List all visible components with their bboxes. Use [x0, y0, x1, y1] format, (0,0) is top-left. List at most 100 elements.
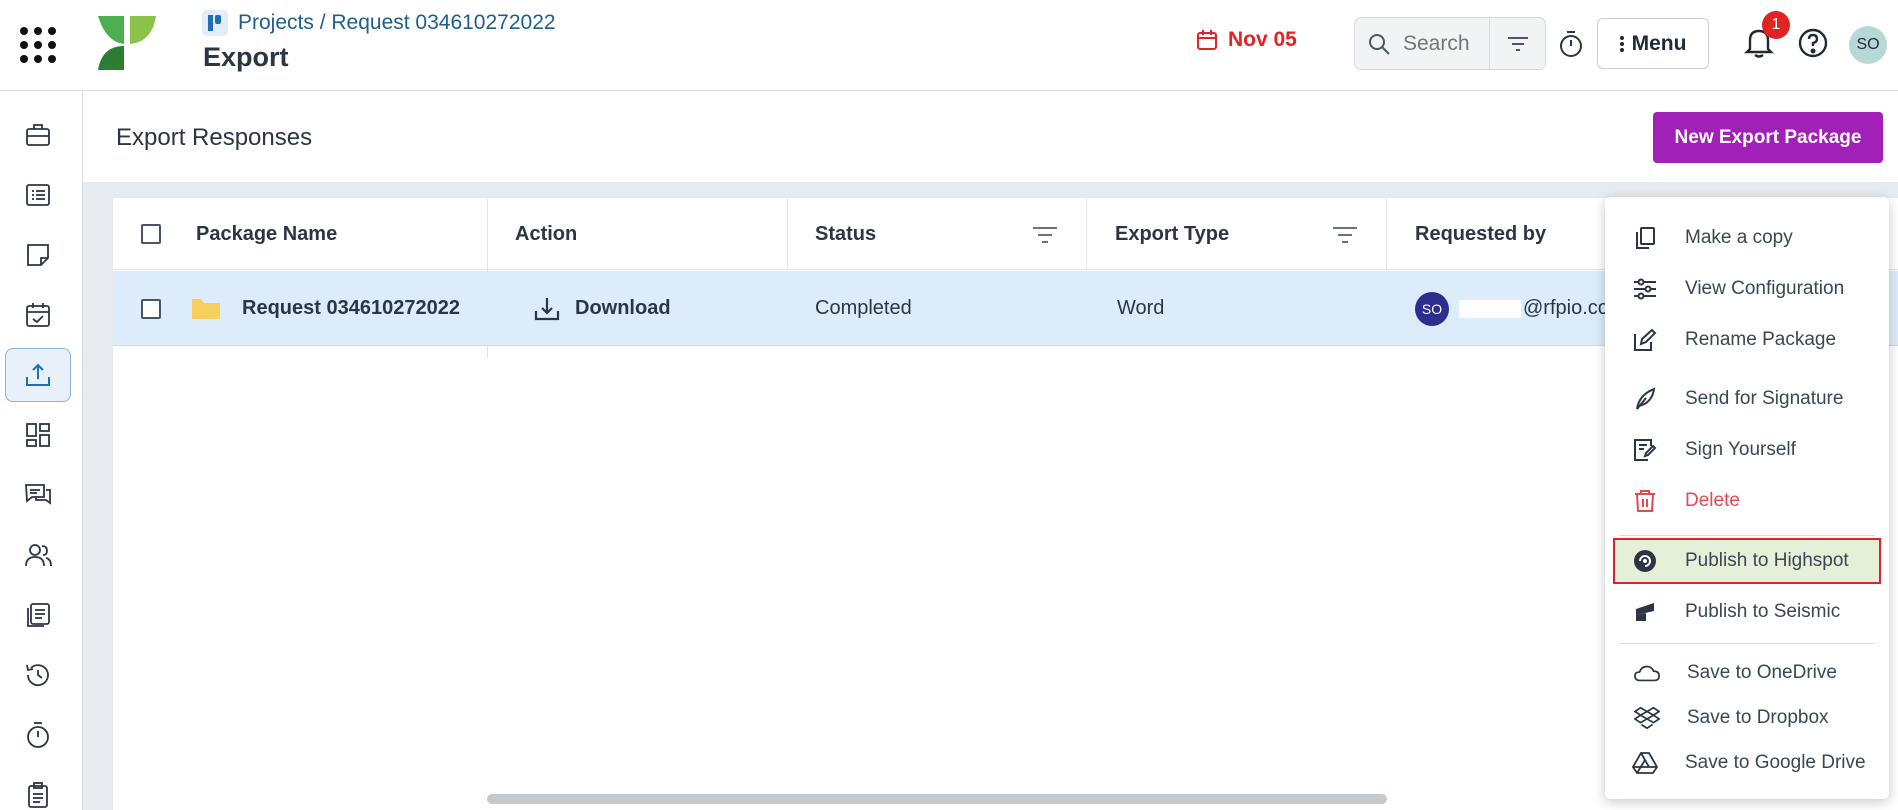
- chat-icon[interactable]: [5, 468, 71, 522]
- menu-item-publish-highspot[interactable]: Publish to Highspot: [1613, 538, 1881, 584]
- menu-item-make-copy[interactable]: Make a copy: [1605, 215, 1889, 261]
- menu-item-label: Rename Package: [1685, 329, 1837, 350]
- filter-button[interactable]: [1489, 18, 1545, 69]
- package-name[interactable]: Request 034610272022: [242, 271, 460, 346]
- horizontal-scrollbar[interactable]: [487, 794, 1387, 804]
- menu-item-label: Publish to Seismic: [1685, 601, 1841, 622]
- menu-item-save-onedrive[interactable]: Save to OneDrive: [1605, 650, 1889, 696]
- rename-icon: [1632, 327, 1658, 353]
- trash-icon: [1632, 488, 1658, 514]
- menu-button-label: Menu: [1631, 31, 1687, 55]
- export-icon[interactable]: [5, 348, 71, 402]
- menu-divider: [1619, 535, 1875, 536]
- seismic-icon: [1632, 599, 1658, 625]
- menu-item-label: Send for Signature: [1685, 388, 1844, 409]
- export-type-filter-icon[interactable]: [1332, 226, 1358, 244]
- select-all-checkbox[interactable]: [141, 224, 161, 244]
- menu-item-rename-package[interactable]: Rename Package: [1605, 317, 1889, 363]
- download-icon: [534, 297, 560, 320]
- download-button[interactable]: Download: [533, 271, 671, 346]
- menu-item-sign-yourself[interactable]: Sign Yourself: [1605, 427, 1889, 473]
- copy-icon: [1632, 225, 1658, 251]
- page-title: Export: [203, 42, 289, 72]
- menu-item-view-configuration[interactable]: View Configuration: [1605, 266, 1889, 312]
- list-icon[interactable]: [5, 168, 71, 222]
- search-box: [1354, 17, 1546, 70]
- menu-button[interactable]: Menu: [1597, 18, 1709, 69]
- menu-item-label: Save to Google Drive: [1685, 752, 1866, 773]
- requested-by-cell: SO @rfpio.co: [1415, 271, 1609, 346]
- dropbox-icon: [1634, 705, 1660, 731]
- menu-item-label: Delete: [1685, 490, 1740, 511]
- sign-edit-icon: [1632, 437, 1658, 463]
- search-input[interactable]: [1403, 31, 1498, 56]
- calendar-icon: [1197, 30, 1217, 50]
- menu-item-label: Make a copy: [1685, 227, 1793, 248]
- export-type-cell: Word: [1117, 297, 1165, 319]
- search-icon: [1355, 32, 1403, 56]
- breadcrumb-link[interactable]: Projects / Request 034610272022: [238, 11, 556, 35]
- calendar-check-icon[interactable]: [5, 288, 71, 342]
- feather-pen-icon: [1632, 386, 1658, 412]
- column-divider[interactable]: [1086, 198, 1087, 270]
- timer-icon[interactable]: [1558, 30, 1584, 58]
- sliders-icon: [1632, 276, 1658, 302]
- menu-item-publish-seismic[interactable]: Publish to Seismic: [1605, 589, 1889, 635]
- due-date[interactable]: Nov 05: [1196, 28, 1297, 52]
- menu-item-label: Sign Yourself: [1685, 439, 1796, 460]
- clipboard-icon[interactable]: [5, 768, 71, 810]
- column-header-package-name[interactable]: Package Name: [196, 198, 337, 270]
- row-checkbox[interactable]: [141, 298, 161, 319]
- menu-item-label: Save to OneDrive: [1687, 662, 1837, 683]
- project-icon: [202, 10, 228, 36]
- history-icon[interactable]: [5, 648, 71, 702]
- download-label: Download: [575, 297, 671, 319]
- column-divider[interactable]: [1386, 198, 1387, 270]
- user-avatar[interactable]: SO: [1849, 26, 1887, 64]
- menu-item-label: View Configuration: [1685, 278, 1845, 299]
- sidebar: [0, 92, 83, 810]
- due-date-label: Nov 05: [1228, 28, 1297, 51]
- package-actions-menu: Make a copy View Configuration Rename Pa…: [1605, 197, 1889, 799]
- menu-item-save-google-drive[interactable]: Save to Google Drive: [1605, 740, 1889, 786]
- top-header: Projects / Request 034610272022 Export N…: [0, 0, 1898, 91]
- status-cell: Completed: [815, 297, 912, 319]
- documents-icon[interactable]: [5, 588, 71, 642]
- menu-item-delete[interactable]: Delete: [1605, 478, 1889, 524]
- column-header-requested-by[interactable]: Requested by: [1415, 198, 1546, 270]
- column-header-export-type[interactable]: Export Type: [1115, 198, 1229, 270]
- section-header: Export Responses New Export Package: [83, 92, 1898, 182]
- note-icon[interactable]: [5, 228, 71, 282]
- menu-divider: [1619, 643, 1875, 644]
- dashboard-icon[interactable]: [5, 408, 71, 462]
- briefcase-icon[interactable]: [5, 108, 71, 162]
- help-icon[interactable]: [1797, 27, 1829, 59]
- google-drive-icon: [1632, 750, 1658, 776]
- filter-icon: [1507, 36, 1528, 51]
- section-title: Export Responses: [116, 124, 313, 151]
- notification-badge: 1: [1762, 11, 1790, 39]
- requester-email: @rfpio.co: [1523, 297, 1609, 319]
- column-header-status[interactable]: Status: [815, 198, 876, 270]
- onedrive-icon: [1634, 660, 1660, 686]
- folder-icon: [191, 271, 221, 346]
- menu-item-save-dropbox[interactable]: Save to Dropbox: [1605, 695, 1889, 741]
- column-divider[interactable]: [787, 198, 788, 270]
- menu-item-label: Publish to Highspot: [1685, 550, 1849, 571]
- menu-item-label: Save to Dropbox: [1687, 707, 1829, 728]
- company-logo: [98, 16, 156, 70]
- redacted-text: [1459, 299, 1521, 318]
- new-export-package-button[interactable]: New Export Package: [1653, 112, 1883, 163]
- row-checkbox-cell: [141, 271, 161, 346]
- app-launcher-icon[interactable]: [20, 27, 58, 63]
- breadcrumb[interactable]: Projects / Request 034610272022: [202, 10, 556, 36]
- requester-avatar: SO: [1415, 291, 1449, 326]
- more-vertical-icon: [1619, 35, 1624, 53]
- column-header-action: Action: [515, 222, 578, 245]
- highspot-icon: [1632, 548, 1658, 574]
- select-all-checkbox-cell: [141, 198, 161, 270]
- menu-item-send-for-signature[interactable]: Send for Signature: [1605, 376, 1889, 422]
- stopwatch-icon[interactable]: [5, 708, 71, 762]
- users-icon[interactable]: [5, 528, 71, 582]
- status-filter-icon[interactable]: [1032, 226, 1058, 244]
